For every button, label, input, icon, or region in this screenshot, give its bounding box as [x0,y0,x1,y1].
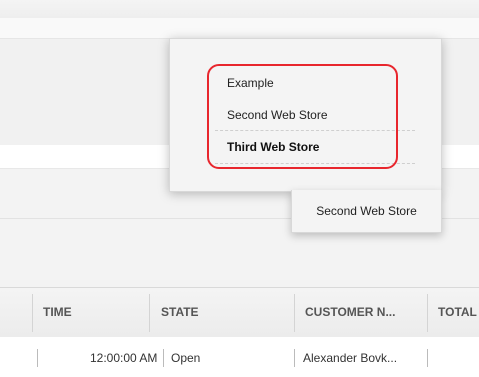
column-separator[interactable] [294,294,295,332]
cell-state: Open [171,351,201,365]
table-row[interactable]: 12:00:00 AM Open Alexander Bovk... [0,337,479,377]
cell-separator [427,349,428,367]
toolbar-strip [0,18,479,38]
top-bar [0,0,479,18]
column-header-total[interactable]: TOTAL [438,288,477,337]
cell-separator [163,349,164,367]
column-separator[interactable] [427,294,428,332]
column-header-time[interactable]: TIME [43,288,72,337]
cell-time: 12:00:00 AM [90,351,158,365]
orders-table-header: TIME STATE CUSTOMER N... TOTAL [0,287,479,338]
column-header-customer-name[interactable]: CUSTOMER N... [305,288,395,337]
cell-separator [37,349,38,367]
column-separator[interactable] [32,294,33,332]
column-header-state[interactable]: STATE [161,288,199,337]
cell-separator [294,349,295,367]
store-selector-button[interactable]: Second Web Store [291,190,442,233]
cell-customer: Alexander Bovk... [303,351,398,365]
column-separator[interactable] [149,294,150,332]
highlight-annotation [207,64,398,169]
